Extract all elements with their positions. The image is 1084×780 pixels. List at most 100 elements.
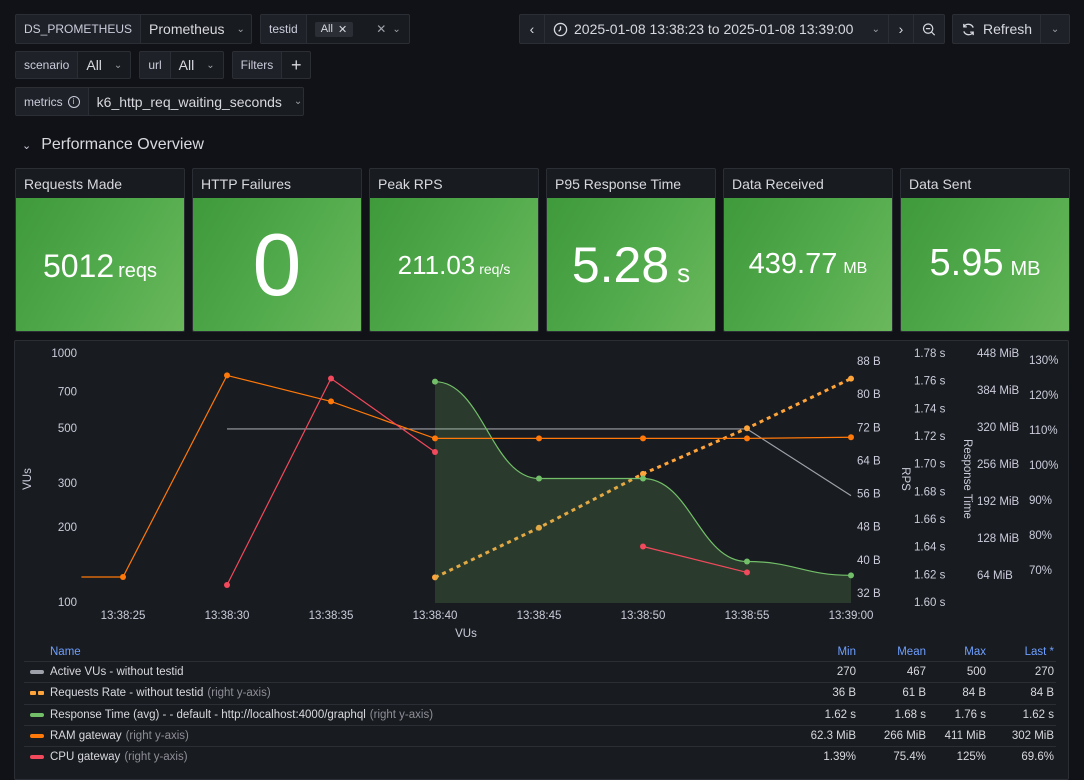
y-tick-label-bytes: 48 B	[857, 522, 881, 534]
timeseries-chart[interactable]: 13:38:25 13:38:30 13:38:35 13:38:40 13:38:45…	[0, 0, 1084, 640]
y-tick-label-seconds: 1.68 s	[914, 486, 946, 498]
y-tick-label-vus: 200	[58, 522, 77, 534]
legend-series-name[interactable]: CPU gateway (right y-axis)	[24, 751, 796, 763]
data-point-ram	[640, 435, 646, 442]
series-swatch-icon	[30, 712, 44, 717]
data-point-cpu	[432, 449, 438, 455]
y-tick-label-mib: 192 MiB	[977, 496, 1020, 508]
legend-max: 84 B	[962, 687, 986, 700]
y-tick-label-vus: 300	[58, 478, 77, 490]
y-tick-label-percent: 110%	[1029, 425, 1058, 437]
legend-header-name[interactable]: Name	[24, 646, 796, 658]
legend-max: 500	[966, 666, 986, 679]
legend-series-label: Requests Rate - without testid	[50, 687, 204, 700]
legend-mean: 75.4%	[893, 751, 926, 764]
legend-axis-note: (right y-axis)	[124, 751, 188, 764]
legend-last: 302 MiB	[1011, 730, 1054, 743]
legend-header-min[interactable]: Min	[796, 646, 856, 658]
legend-rows: Active VUs - without testid 270 467 500 …	[24, 661, 1056, 767]
legend-max: 125%	[956, 751, 986, 764]
y-tick-label-seconds: 1.72 s	[914, 431, 946, 443]
x-tick-label: 13:38:45	[517, 610, 562, 622]
legend-last: 1.62 s	[1022, 708, 1054, 721]
y-tick-label-bytes: 64 B	[857, 455, 881, 467]
legend-row[interactable]: Active VUs - without testid 270 467 500 …	[24, 661, 1056, 682]
legend-axis-note: (right y-axis)	[125, 730, 189, 743]
x-tick-label: 13:39:00	[829, 610, 874, 622]
series-line-cpu	[226, 377, 436, 586]
y-tick-label-bytes: 56 B	[857, 489, 881, 501]
y-tick-label-seconds: 1.60 s	[914, 597, 946, 609]
legend-row[interactable]: Response Time (avg) - - default - http:/…	[24, 703, 1056, 725]
data-point-ram	[120, 573, 126, 580]
legend-min: 1.39%	[823, 751, 856, 764]
legend-min: 270	[836, 666, 856, 679]
legend-header-mean[interactable]: Mean	[856, 646, 926, 658]
chart-series	[81, 372, 854, 603]
data-point-response-time	[432, 378, 438, 385]
x-tick-label: 13:38:55	[725, 610, 770, 622]
y-tick-label-vus: 1000	[51, 348, 77, 360]
legend-row[interactable]: CPU gateway (right y-axis) 1.39% 75.4% 1…	[24, 746, 1056, 767]
legend-row[interactable]: Requests Rate - without testid (right y-…	[24, 682, 1056, 703]
x-tick-label: 13:38:50	[621, 610, 666, 622]
legend-min: 36 B	[832, 687, 856, 700]
y-tick-label-percent: 120%	[1029, 390, 1058, 402]
data-point-response-time	[640, 475, 646, 482]
legend-max: 1.76 s	[954, 708, 986, 721]
y-tick-label-bytes: 80 B	[857, 389, 881, 401]
y-tick-label-seconds: 1.66 s	[914, 514, 946, 526]
legend-mean: 467	[906, 666, 926, 679]
y-tick-label-seconds: 1.74 s	[914, 403, 946, 415]
data-point-ram	[328, 398, 334, 405]
y-tick-label-percent: 100%	[1029, 460, 1058, 472]
data-point-response-time	[744, 558, 750, 565]
legend-mean: 1.68 s	[894, 708, 926, 721]
y-tick-label-percent: 130%	[1029, 355, 1058, 367]
y-tick-label-mib: 64 MiB	[977, 570, 1013, 582]
data-point-ram	[432, 435, 438, 442]
y-tick-label-bytes: 32 B	[857, 588, 881, 600]
x-tick-label: 13:38:30	[205, 610, 250, 622]
legend-last: 270	[1034, 666, 1054, 679]
legend-series-name[interactable]: Requests Rate - without testid (right y-…	[24, 687, 796, 699]
y-tick-label-mib: 128 MiB	[977, 533, 1020, 545]
legend-series-name[interactable]: Response Time (avg) - - default - http:/…	[24, 709, 796, 721]
y-tick-label-vus: 500	[58, 423, 77, 435]
legend-series-name[interactable]: RAM gateway (right y-axis)	[24, 730, 796, 742]
legend-table: Name Min Mean Max Last * Active VUs - wi…	[24, 642, 1056, 767]
series-swatch-dashed-icon	[30, 691, 44, 696]
legend-axis-note: (right y-axis)	[369, 708, 434, 721]
y-tick-label-mib: 448 MiB	[977, 348, 1020, 360]
series-swatch-icon	[30, 734, 44, 739]
y-tick-label-mib: 320 MiB	[977, 422, 1020, 434]
y-tick-label-bytes: 88 B	[857, 356, 881, 368]
legend-last: 84 B	[1030, 687, 1054, 700]
y-axis-label-response-time: Response Time	[961, 439, 973, 519]
x-tick-label: 13:38:25	[101, 610, 146, 622]
y-tick-label-bytes: 40 B	[857, 555, 881, 567]
y-tick-label-seconds: 1.70 s	[914, 459, 946, 471]
legend-header-last[interactable]: Last *	[986, 646, 1056, 658]
y-axis-label-vus: VUs	[22, 468, 34, 490]
y-tick-label-bytes: 72 B	[857, 422, 881, 434]
data-point-cpu	[744, 569, 750, 576]
legend-header: Name Min Mean Max Last *	[24, 642, 1056, 661]
legend-header-max[interactable]: Max	[926, 646, 986, 658]
legend-mean: 61 B	[902, 687, 926, 700]
data-point-response-time	[848, 572, 854, 579]
legend-series-name[interactable]: Active VUs - without testid	[24, 666, 796, 678]
legend-min: 1.62 s	[824, 708, 856, 721]
y-tick-label-percent: 70%	[1029, 565, 1052, 577]
series-swatch-icon	[30, 755, 44, 760]
legend-max: 411 MiB	[944, 730, 986, 743]
y-tick-label-seconds: 1.64 s	[914, 542, 946, 554]
legend-axis-note: (right y-axis)	[207, 687, 271, 700]
legend-last: 69.6%	[1021, 751, 1054, 764]
legend-mean: 266 MiB	[883, 730, 926, 743]
legend-row[interactable]: RAM gateway (right y-axis) 62.3 MiB 266 …	[24, 724, 1056, 746]
data-point-cpu	[640, 543, 646, 550]
data-point-requests	[744, 425, 750, 432]
y-tick-label-seconds: 1.62 s	[914, 569, 946, 581]
y-tick-label-vus: 700	[58, 387, 77, 399]
